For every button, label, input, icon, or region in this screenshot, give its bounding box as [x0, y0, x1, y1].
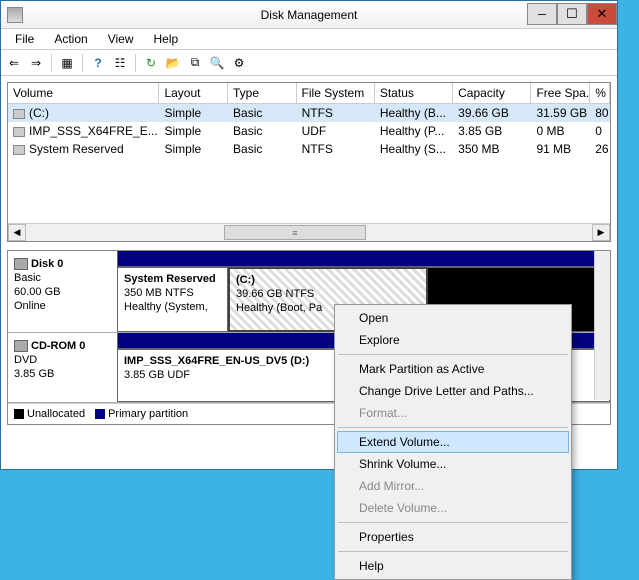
disk-stripe	[118, 251, 610, 267]
col-layout[interactable]: Layout	[159, 83, 228, 103]
volume-list: Volume Layout Type File System Status Ca…	[7, 82, 611, 242]
back-icon[interactable]: ⇐	[5, 54, 23, 72]
col-status[interactable]: Status	[375, 83, 453, 103]
ctx-mark-active[interactable]: Mark Partition as Active	[337, 358, 569, 380]
h-scrollbar[interactable]: ◀ ≡ ▶	[8, 223, 610, 241]
ctx-open[interactable]: Open	[337, 307, 569, 329]
context-menu: Open Explore Mark Partition as Active Ch…	[334, 304, 572, 580]
ctx-explore[interactable]: Explore	[337, 329, 569, 351]
menu-action[interactable]: Action	[44, 30, 97, 48]
v-scrollbar[interactable]	[594, 251, 610, 400]
disk-icon	[14, 258, 28, 270]
column-headers: Volume Layout Type File System Status Ca…	[8, 83, 610, 104]
ctx-change-letter[interactable]: Change Drive Letter and Paths...	[337, 380, 569, 402]
toolbar: ⇐ ⇒ ▦ ? ☷ ↻ 📂 ⧉ 🔍 ⚙	[1, 50, 617, 76]
drive-icon	[13, 109, 25, 119]
volume-row[interactable]: IMP_SSS_X64FRE_E... Simple Basic UDF Hea…	[8, 122, 610, 140]
ctx-extend-volume[interactable]: Extend Volume...	[337, 431, 569, 453]
ctx-format[interactable]: Format...	[337, 402, 569, 424]
ctx-add-mirror[interactable]: Add Mirror...	[337, 475, 569, 497]
app-icon	[7, 7, 23, 23]
rescan-icon[interactable]: 📂	[164, 54, 182, 72]
menu-view[interactable]: View	[98, 30, 144, 48]
refresh-icon[interactable]: ↻	[142, 54, 160, 72]
ctx-delete-volume[interactable]: Delete Volume...	[337, 497, 569, 519]
menu-file[interactable]: File	[5, 30, 44, 48]
ctx-help[interactable]: Help	[337, 555, 569, 577]
legend-swatch-unallocated	[14, 409, 24, 419]
drive-icon	[13, 145, 25, 155]
col-free[interactable]: Free Spa...	[531, 83, 590, 103]
col-filesystem[interactable]: File System	[297, 83, 375, 103]
scroll-left-icon[interactable]: ◀	[8, 224, 26, 241]
properties-icon[interactable]: ☷	[111, 54, 129, 72]
drive-icon	[13, 127, 25, 137]
disk-header[interactable]: CD-ROM 0 DVD 3.85 GB	[8, 333, 118, 402]
show-hide-icon[interactable]: ▦	[58, 54, 76, 72]
action3-icon[interactable]: ⚙	[230, 54, 248, 72]
ctx-properties[interactable]: Properties	[337, 526, 569, 548]
volume-row[interactable]: System Reserved Simple Basic NTFS Health…	[8, 140, 610, 158]
minimize-button[interactable]: —	[527, 3, 557, 25]
col-type[interactable]: Type	[228, 83, 297, 103]
cdrom-icon	[14, 340, 28, 352]
maximize-button[interactable]: ☐	[557, 3, 587, 25]
help-icon[interactable]: ?	[89, 54, 107, 72]
col-percent[interactable]: %	[590, 83, 610, 103]
action2-icon[interactable]: 🔍	[208, 54, 226, 72]
scroll-thumb[interactable]: ≡	[224, 225, 366, 240]
window-title: Disk Management	[1, 8, 617, 22]
volume-row[interactable]: (C:) Simple Basic NTFS Healthy (B... 39.…	[8, 104, 610, 122]
scroll-right-icon[interactable]: ▶	[592, 224, 610, 241]
ctx-shrink-volume[interactable]: Shrink Volume...	[337, 453, 569, 475]
col-volume[interactable]: Volume	[8, 83, 159, 103]
close-button[interactable]: ✕	[587, 3, 617, 25]
legend-swatch-primary	[95, 409, 105, 419]
action1-icon[interactable]: ⧉	[186, 54, 204, 72]
titlebar[interactable]: Disk Management — ☐ ✕	[1, 1, 617, 29]
disk-header[interactable]: Disk 0 Basic 60.00 GB Online	[8, 251, 118, 332]
menu-help[interactable]: Help	[144, 30, 189, 48]
menubar: File Action View Help	[1, 29, 617, 50]
partition-system-reserved[interactable]: System Reserved 350 MB NTFS Healthy (Sys…	[118, 267, 228, 332]
forward-icon[interactable]: ⇒	[27, 54, 45, 72]
col-capacity[interactable]: Capacity	[453, 83, 531, 103]
